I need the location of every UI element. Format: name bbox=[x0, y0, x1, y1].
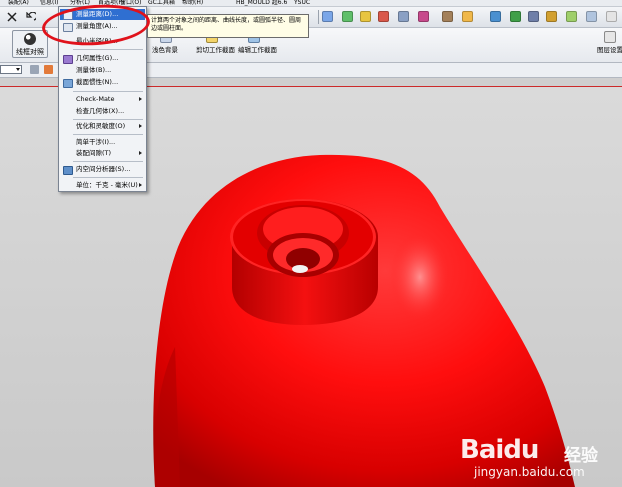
menu-assembly[interactable]: 装配(A) bbox=[8, 0, 29, 6]
close-icon[interactable] bbox=[7, 12, 17, 22]
palette-icon[interactable] bbox=[418, 11, 429, 22]
menu-item-simple-interference[interactable]: 简单干涉(I)... bbox=[60, 137, 145, 148]
menu-separator bbox=[73, 91, 143, 92]
toolbar-separator bbox=[318, 10, 319, 24]
menu-item-units[interactable]: 单位：千克 - 毫米(U) bbox=[60, 180, 145, 191]
selection-filter-dropdown[interactable] bbox=[0, 65, 22, 74]
menu-item-label: 装配间隙(T) bbox=[76, 149, 112, 157]
menu-item-optimization[interactable]: 优化和灵敏度(O) bbox=[60, 121, 145, 132]
render-style-button[interactable]: 线框对照 bbox=[12, 30, 48, 58]
watermark-url: jingyan.baidu.com bbox=[474, 465, 585, 479]
menu-separator bbox=[73, 134, 143, 135]
menu-item-label: Check-Mate bbox=[76, 95, 115, 103]
menu-item-label: 优化和灵敏度(O) bbox=[76, 122, 126, 130]
watermark-title: 经验 bbox=[564, 446, 598, 466]
tool-icon[interactable] bbox=[490, 11, 501, 22]
submenu-arrow-icon bbox=[139, 97, 142, 101]
render-style-label: 线框对照 bbox=[16, 48, 44, 56]
menu-item-check-geometry[interactable]: 检查几何体(X)... bbox=[60, 106, 145, 117]
wrench-icon[interactable] bbox=[546, 11, 557, 22]
submenu-arrow-icon bbox=[139, 151, 142, 155]
display-icon[interactable] bbox=[462, 11, 473, 22]
menu-item-label: 检查几何体(X)... bbox=[76, 107, 125, 115]
menu-separator bbox=[73, 161, 143, 162]
analyzer-icon bbox=[63, 166, 73, 175]
menu-separator bbox=[73, 177, 143, 178]
menu-gc-toolbox[interactable]: GC工具箱 bbox=[148, 0, 175, 6]
clip-section-button[interactable]: 剪切工作截面 bbox=[196, 44, 235, 54]
gear-icon[interactable] bbox=[528, 11, 539, 22]
menu-item-label: 截面惯性(N)... bbox=[76, 78, 119, 86]
menu-item-label: 测量体(B)... bbox=[76, 66, 112, 74]
menu-item-geometry-props[interactable]: 几何属性(G)... bbox=[60, 53, 145, 64]
layer-icon[interactable] bbox=[342, 11, 353, 22]
inertia-icon bbox=[63, 79, 73, 88]
shading-icon bbox=[24, 33, 36, 45]
menu-item-section-inertia[interactable]: 截面惯性(N)... bbox=[60, 77, 145, 88]
table-icon[interactable] bbox=[442, 11, 453, 22]
baidu-jingyan-watermark: Baidu 经验 jingyan.baidu.com bbox=[460, 435, 610, 481]
undo-icon[interactable] bbox=[26, 12, 36, 22]
menu-item-measure-body[interactable]: 测量体(B)... bbox=[60, 65, 145, 76]
menu-help[interactable]: 帮助(H) bbox=[182, 0, 203, 6]
menu-info[interactable]: 信息(I) bbox=[40, 0, 58, 6]
shape-icon[interactable] bbox=[566, 11, 577, 22]
select-icon[interactable] bbox=[30, 65, 39, 74]
menu-hb-mould[interactable]: HB_MOULD 超6.6 bbox=[236, 0, 287, 6]
menu-item-label: 几何属性(G)... bbox=[76, 54, 119, 62]
assembly-icon[interactable] bbox=[510, 11, 521, 22]
measure-distance-tooltip: 计算两个对象之间的距离、曲线长度，或圆弧半径、圆周边或圆柱面。 bbox=[147, 14, 309, 38]
snap-icon[interactable] bbox=[44, 65, 53, 74]
menu-item-check-mate[interactable]: Check-Mate bbox=[60, 94, 145, 105]
edit-section-button[interactable]: 编辑工作截面 bbox=[238, 44, 277, 54]
geometry-icon bbox=[63, 55, 73, 64]
settings-icon[interactable] bbox=[606, 11, 617, 22]
layer-settings-icon bbox=[604, 31, 616, 43]
grid-icon[interactable] bbox=[398, 11, 409, 22]
menu-separator bbox=[73, 49, 143, 50]
menu-item-space-analyzer[interactable]: 内空间分析器(S)... bbox=[60, 164, 145, 175]
menu-item-assembly-clearance[interactable]: 装配间隙(T) bbox=[60, 148, 145, 159]
menu-separator bbox=[73, 119, 143, 120]
watermark-logo: Baidu bbox=[460, 435, 539, 465]
menu-ysuc[interactable]: YSUC bbox=[294, 0, 310, 6]
layer-settings-button[interactable]: 图层设置 bbox=[597, 44, 622, 54]
view-icon[interactable] bbox=[322, 11, 333, 22]
filter-icon[interactable] bbox=[360, 11, 371, 22]
submenu-arrow-icon bbox=[139, 183, 142, 187]
submenu-arrow-icon bbox=[139, 124, 142, 128]
menu-item-label: 单位：千克 - 毫米(U) bbox=[76, 181, 138, 189]
frame-icon[interactable] bbox=[586, 11, 597, 22]
color-icon[interactable] bbox=[378, 11, 389, 22]
shaded-background-button[interactable]: 浅色背景 bbox=[152, 44, 178, 54]
menu-item-label: 内空间分析器(S)... bbox=[76, 165, 131, 173]
menu-item-label: 简单干涉(I)... bbox=[76, 138, 116, 146]
